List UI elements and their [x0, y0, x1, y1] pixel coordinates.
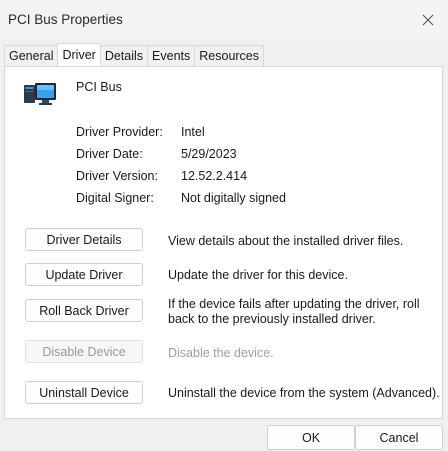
tab-resources[interactable]: Resources [194, 45, 265, 66]
driver-details-description: View details about the installed driver … [168, 234, 404, 248]
close-button[interactable] [408, 0, 448, 40]
digital-signer-label: Digital Signer: [76, 191, 154, 205]
tab-events[interactable]: Events [147, 45, 196, 66]
tab-details[interactable]: Details [99, 45, 149, 66]
properties-dialog: PCI Bus Properties General Driver Detail… [0, 0, 448, 451]
ok-button[interactable]: OK [267, 425, 355, 450]
driver-version-label: Driver Version: [76, 169, 158, 183]
roll-back-driver-description: If the device fails after updating the d… [168, 297, 420, 326]
driver-date-label: Driver Date: [76, 147, 143, 161]
device-name: PCI Bus [76, 80, 122, 94]
pci-bus-device-icon [24, 83, 56, 105]
tab-general[interactable]: General [4, 45, 59, 66]
tab-driver[interactable]: Driver [57, 43, 101, 66]
cancel-button[interactable]: Cancel [355, 425, 443, 450]
update-driver-description: Update the driver for this device. [168, 268, 348, 282]
driver-provider-value: Intel [181, 125, 205, 139]
driver-tab-panel: PCI Bus Driver Provider: Intel Driver Da… [4, 66, 443, 419]
disable-device-button[interactable]: Disable Device [25, 340, 143, 363]
digital-signer-value: Not digitally signed [181, 191, 286, 205]
update-driver-button[interactable]: Update Driver [25, 263, 143, 286]
uninstall-device-description: Uninstall the device from the system (Ad… [168, 386, 440, 400]
driver-version-value: 12.52.2.414 [181, 169, 248, 183]
close-icon [422, 14, 434, 26]
window-title: PCI Bus Properties [8, 12, 123, 27]
driver-details-button[interactable]: Driver Details [25, 228, 143, 251]
tab-strip: General Driver Details Events Resources [4, 43, 265, 66]
disable-device-description: Disable the device. [168, 346, 274, 360]
driver-date-value: 5/29/2023 [181, 147, 237, 161]
roll-back-driver-button[interactable]: Roll Back Driver [25, 299, 143, 322]
title-bar: PCI Bus Properties [0, 0, 448, 40]
uninstall-device-button[interactable]: Uninstall Device [25, 381, 143, 404]
driver-provider-label: Driver Provider: [76, 125, 163, 139]
